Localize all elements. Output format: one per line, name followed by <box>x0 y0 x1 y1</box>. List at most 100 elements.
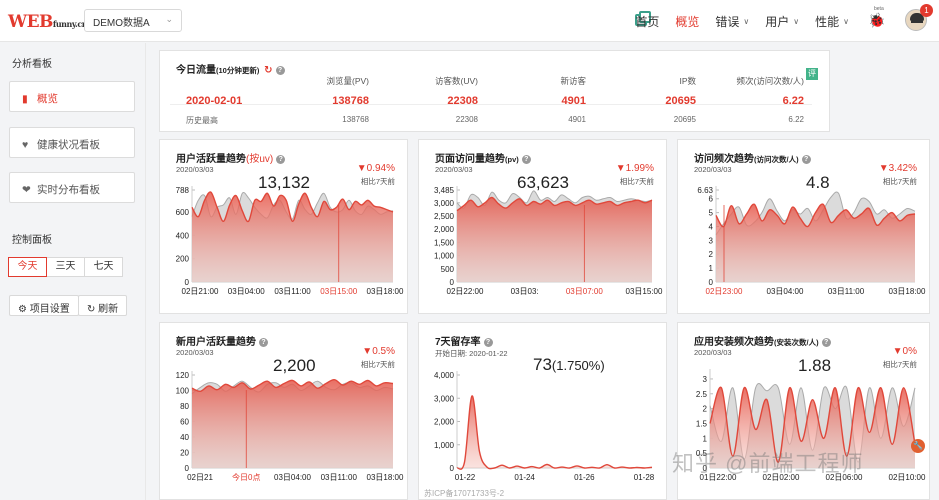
gear-icon: ⚙ <box>18 304 27 315</box>
nav-item-2[interactable]: 错误 <box>715 13 739 30</box>
y-tick-label: 600 <box>176 208 190 217</box>
x-tick-label: 今日0点 <box>232 472 260 482</box>
wrench-icon[interactable]: 🔧 <box>911 439 925 453</box>
x-tick-label: 03日18:00 <box>889 287 926 296</box>
x-tick-label: 03日11:00 <box>274 287 311 296</box>
y-tick-label: 1,500 <box>434 238 455 247</box>
nav-item-0[interactable]: 首页 <box>635 13 659 30</box>
range-today[interactable]: 今天 <box>8 257 47 277</box>
sidebar-item-realtime[interactable]: ❤ 实时分布看板 <box>9 172 135 203</box>
y-tick-label: 3,485 <box>434 186 455 195</box>
y-tick-label: 788 <box>176 186 190 195</box>
kpi-label: 频次(访问次数/人) <box>736 76 804 86</box>
y-tick-label: 5 <box>709 209 714 218</box>
icp-record[interactable]: 苏ICP备17071733号-2 <box>424 488 504 499</box>
y-tick-label: 500 <box>441 265 455 274</box>
y-tick-label: 2,000 <box>434 418 455 427</box>
project-settings-button[interactable]: ⚙ 项目设置 <box>9 295 79 316</box>
bug-icon[interactable]: beta 🐞 <box>868 6 885 30</box>
x-tick-label: 02日23:00 <box>706 287 743 296</box>
chevron-down-icon: ⌄ <box>165 14 173 24</box>
y-tick-label: 1.5 <box>696 419 708 428</box>
y-tick-label: 4,000 <box>434 371 455 380</box>
top-bar: WEBfunny.cn DEMO数据A ⌄ 首页 概览 错误 ∨ 用户 ∨ 性能 ∨ beta… <box>0 0 939 42</box>
chart-svg: 0 200 400 600 788 02日21:00 03日04:00 03日11:00 03日… <box>176 186 404 296</box>
y-tick-label: 2 <box>709 250 714 259</box>
x-tick-label: 03日04:00 <box>228 287 265 296</box>
chart-svg: 0 20 40 60 80 100 120 02日21 今日0点 03日04:00 03日11:00… <box>176 371 404 482</box>
x-tick-label: 03日07:00 <box>566 287 603 296</box>
x-tick-label: 01-24 <box>514 473 535 482</box>
y-tick-label: 6.63 <box>697 186 713 195</box>
series-area <box>457 197 652 282</box>
y-tick-label: 0 <box>185 278 190 287</box>
sidebar-item-health[interactable]: ♥ 健康状况看板 <box>9 127 135 158</box>
kpi-value: 138768 <box>332 95 369 107</box>
x-tick-label: 02日21:00 <box>182 287 219 296</box>
series-area <box>457 395 652 470</box>
y-tick-label: 1 <box>709 264 714 273</box>
kpi-value: 22308 <box>447 95 478 107</box>
kpi-column: 访客数(UV) 22308 22308 <box>358 75 478 124</box>
kpi-label: 新访客 <box>560 76 586 86</box>
y-tick-label: 0 <box>185 464 190 473</box>
refresh-button[interactable]: ↻ 刷新 <box>78 295 128 316</box>
project-select[interactable]: DEMO数据A ⌄ <box>84 9 182 32</box>
nav-item-3[interactable]: 用户 <box>765 13 789 30</box>
kpi-sub-value: 22308 <box>455 115 478 124</box>
range-seven-days[interactable]: 七天 <box>84 257 123 277</box>
chart-card: 页面访问量趋势(pv)? 2020/03/03 63,623 ▼1.99% 相比7天前 0… <box>418 139 667 314</box>
chart-svg: 0 500 1,000 1,500 2,000 2,500 3,000 3,485 02日22:… <box>434 186 663 296</box>
y-tick-label: 3,000 <box>434 199 455 208</box>
y-tick-label: 1,000 <box>434 441 455 450</box>
y-tick-label: 2 <box>703 405 708 414</box>
heart-icon: ❤ <box>22 184 31 196</box>
sidebar-item-overview[interactable]: ▮ 概览 <box>9 81 135 112</box>
kpi-value: 4901 <box>561 95 586 107</box>
x-tick-label: 01-22 <box>455 473 476 482</box>
divider <box>170 104 812 105</box>
y-tick-label: 2,500 <box>434 212 455 221</box>
y-tick-label: 0 <box>709 278 714 287</box>
y-tick-label: 1,000 <box>434 252 455 261</box>
chart-svg: 0 1 2 3 4 5 66.63 02日23:00 03日04:00 03日11:00 03日18… <box>697 186 926 296</box>
nav-item-4[interactable]: 性能 <box>815 13 839 30</box>
y-tick-label: 2,000 <box>434 225 455 234</box>
x-tick-label: 03日15:00 <box>320 287 357 296</box>
range-three-days[interactable]: 三天 <box>46 257 85 277</box>
y-tick-label: 0 <box>450 464 455 473</box>
control-title: 控制面板 <box>12 235 52 246</box>
y-tick-label: 0 <box>450 278 455 287</box>
y-tick-label: 3 <box>703 375 708 384</box>
chevron-down-icon: ∨ <box>793 16 800 26</box>
kpi-value: 20695 <box>665 95 696 107</box>
chart-svg: 0 1,000 2,000 3,000 4,000 01-22 01-24 01-26 01-2… <box>434 371 655 482</box>
kpi-label: 浏览量(PV) <box>326 76 369 86</box>
kpi-sub-value: 20695 <box>673 115 696 124</box>
heart-icon: ♥ <box>22 139 29 151</box>
refresh-icon: ↻ <box>87 304 96 315</box>
x-tick-label: 03日18:00 <box>367 473 404 482</box>
x-tick-label: 02日22:00 <box>447 287 484 296</box>
evaluate-badge[interactable]: 评 <box>806 68 818 80</box>
chart-card: 访问频次趋势(访问次数/人)? 2020/03/03 4.8 ▼3.42% 相比7天前 0… <box>677 139 930 314</box>
y-tick-label: 200 <box>176 255 190 264</box>
kpi-sub-value: 138768 <box>342 115 369 124</box>
kpi-value: 6.22 <box>782 95 804 107</box>
y-tick-label: 3,000 <box>434 394 455 403</box>
logo[interactable]: WEBfunny.cn <box>8 12 88 32</box>
x-tick-label: 01-28 <box>634 473 655 482</box>
kpi-label: IP数 <box>679 76 696 86</box>
y-tick-label: 2.5 <box>696 390 708 399</box>
y-tick-label: 1 <box>703 434 708 443</box>
y-tick-label: 80 <box>180 402 189 411</box>
x-tick-label: 03日11:00 <box>321 473 358 482</box>
main-nav: 首页 概览 错误 ∨ 用户 ∨ 性能 ∨ <box>635 0 849 42</box>
chart-card: 新用户活跃量趋势? 2020/03/03 2,200 ▼0.5% 相比7天前 0 20 40 6… <box>159 322 408 500</box>
help-icon[interactable]: ? <box>275 66 285 75</box>
x-tick-label: 03日04:00 <box>767 287 804 296</box>
y-tick-label: 3 <box>709 236 714 245</box>
y-tick-label: 60 <box>180 418 189 427</box>
x-tick-label: 01-26 <box>574 473 595 482</box>
nav-item-1[interactable]: 概览 <box>675 13 699 30</box>
